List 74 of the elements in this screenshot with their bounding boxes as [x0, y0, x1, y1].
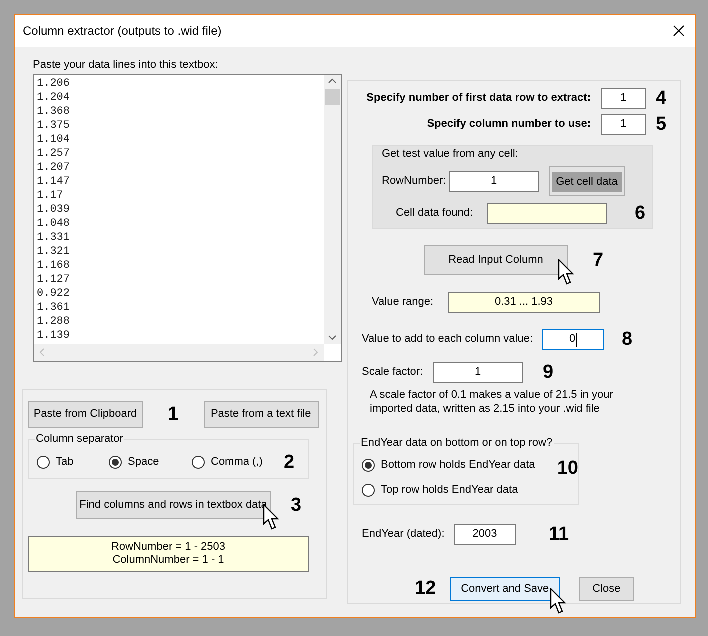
data-line: 1.17 [37, 189, 64, 203]
step-number: 3 [291, 496, 302, 514]
get-cell-button[interactable]: Get cell data [552, 172, 622, 192]
data-line: 1.048 [37, 217, 72, 231]
push-button[interactable]: Close [579, 577, 634, 602]
input-field[interactable] [487, 203, 607, 224]
data-textbox[interactable]: 1.206 1.204 1.368 1.375 1.104 1.257 1.207 1.147 1.17 1.039 1.048 1.331 1.321 1.168 1.127 0.922 1.361 1.288 1.139 [33, 74, 342, 362]
data-line: 1.368 [37, 105, 72, 119]
input-field[interactable]: 1 [433, 362, 523, 383]
group-legend: Get test value from any cell: [382, 147, 652, 161]
step-number: 8 [622, 330, 633, 349]
radio-option[interactable]: Bottom row holds EndYear data [362, 457, 536, 474]
field-label: Value to add to each column value: [362, 332, 534, 348]
step-number: 12 [415, 579, 436, 598]
input-field[interactable]: 0 [542, 329, 604, 350]
result-line: RowNumber = 1 - 2503 [111, 541, 226, 554]
field-label: Value range: [372, 295, 435, 310]
scroll-thumb[interactable] [325, 89, 340, 105]
scroll-up-icon[interactable] [328, 78, 337, 84]
data-line: 1.375 [37, 119, 72, 133]
data-line: 1.361 [37, 301, 72, 315]
data-line: 1.139 [37, 329, 72, 343]
close-icon[interactable] [673, 25, 685, 37]
group-legend: EndYear data on bottom or on top row? [360, 436, 554, 450]
push-button[interactable]: Read Input Column [424, 245, 568, 275]
push-button[interactable]: Paste from a text file [204, 401, 319, 428]
vertical-scrollbar[interactable] [324, 75, 341, 344]
data-line: 1.104 [37, 133, 72, 147]
data-line: 1.331 [37, 231, 72, 245]
step-number: 4 [656, 89, 668, 108]
setting-label: Specify column number to use: [427, 117, 591, 132]
push-button[interactable]: Paste from Clipboard [28, 401, 143, 428]
input-field[interactable]: 2003 [454, 524, 516, 545]
push-button[interactable]: Convert and Save [450, 577, 560, 602]
input-field[interactable]: 1 [449, 170, 539, 192]
radio-option[interactable]: Space [109, 454, 192, 470]
step-number: 11 [549, 525, 570, 544]
step-number: 6 [635, 204, 646, 223]
data-line: 1.321 [37, 245, 72, 259]
data-line: 0.922 [37, 287, 72, 301]
radio-circle[interactable] [362, 459, 375, 472]
group-legend: Column separator [35, 432, 124, 446]
step-number: 2 [284, 452, 295, 472]
field-label: EndYear (dated): [362, 527, 446, 542]
radio-option[interactable]: Tab [37, 454, 109, 470]
data-line: 1.127 [37, 273, 72, 287]
step-number: 5 [656, 115, 668, 134]
step-number: 1 [168, 405, 179, 424]
step-number: 7 [593, 250, 604, 270]
setting-label: Specify number of first data row to extract: [366, 91, 591, 106]
data-line: 1.204 [37, 91, 72, 105]
data-line: 1.039 [37, 203, 72, 217]
data-line: 1.147 [37, 175, 72, 189]
radio-circle[interactable] [109, 456, 122, 468]
input-field[interactable]: 1 [601, 114, 646, 135]
scroll-down-icon[interactable] [328, 335, 337, 341]
scale-note: A scale factor of 0.1 makes a value of 21.5 in your imported data, written as 2.15 into your .wid file [370, 388, 614, 416]
data-line: 1.206 [37, 77, 72, 91]
field-label: RowNumber: [382, 174, 448, 189]
radio-option[interactable]: Top row holds EndYear data [362, 482, 578, 498]
step-number: 9 [543, 363, 554, 382]
radio-option[interactable]: Comma (,) [192, 454, 284, 470]
result-line: ColumnNumber = 1 - 1 [112, 554, 224, 567]
field-label: Cell data found: [396, 206, 474, 222]
input-field[interactable]: 0.31 ... 1.93 [448, 292, 600, 313]
step-number: 10 [557, 459, 578, 478]
window-title: Column extractor (outputs to .wid file) [23, 23, 222, 40]
data-line: 1.288 [37, 315, 72, 329]
textbox-label: Paste your data lines into this textbox: [33, 58, 220, 72]
field-label: Scale factor: [362, 365, 424, 380]
data-line: 1.207 [37, 161, 72, 175]
data-line: 1.257 [37, 147, 72, 161]
input-field[interactable]: 1 [601, 88, 646, 109]
data-line: 1.168 [37, 259, 72, 273]
